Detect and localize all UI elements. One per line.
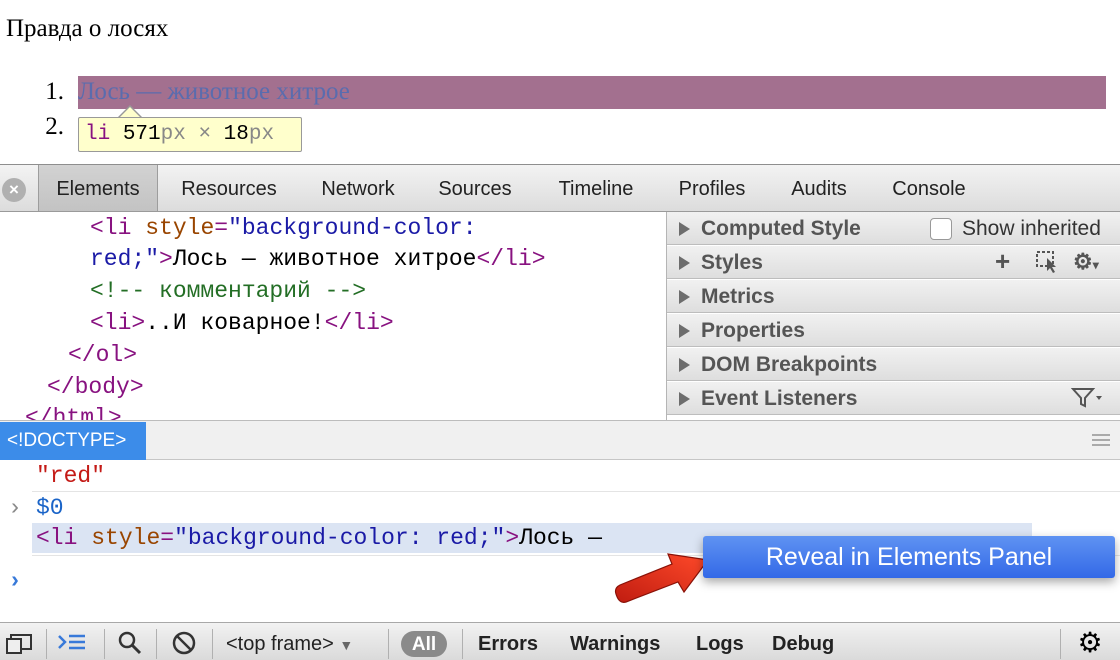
tab-timeline[interactable]: Timeline <box>540 165 652 211</box>
list-item-text: Лось — животное хитрое <box>78 78 350 105</box>
filter-warnings[interactable]: Warnings <box>570 623 660 660</box>
settings-gear-icon[interactable]: ⚙ <box>1074 627 1106 659</box>
tab-console[interactable]: Console <box>878 165 980 211</box>
tab-profiles[interactable]: Profiles <box>664 165 760 211</box>
chevron-down-icon: ▼ <box>339 637 354 653</box>
dom-node[interactable]: <li>..И коварное!</li> <box>90 308 394 339</box>
add-rule-icon[interactable]: + <box>995 246 1010 277</box>
console-prompt-icon: › <box>8 568 22 594</box>
context-menu-reveal-in-elements-panel[interactable]: Reveal in Elements Panel <box>703 536 1115 578</box>
disclosure-triangle-icon <box>679 392 690 406</box>
sidebar-section-dom-breakpoints[interactable]: DOM Breakpoints <box>667 348 1120 381</box>
filter-all[interactable]: All <box>401 631 447 657</box>
devtools-tab-bar: × Elements Resources Network Sources Tim… <box>0 164 1120 212</box>
dom-node[interactable]: red;">Лось — животное хитрое</li> <box>90 244 546 275</box>
red-arrow-icon <box>614 553 710 603</box>
disclosure-triangle-icon <box>679 222 690 236</box>
console-input-chevron-icon: › <box>8 495 22 521</box>
page-heading: Правда о лосях <box>6 15 169 42</box>
close-icon[interactable]: × <box>2 178 26 202</box>
disclosure-triangle-icon <box>679 256 690 270</box>
styles-sidebar: Computed Style Show inherited Styles + ⚙… <box>666 212 1120 420</box>
element-state-icon[interactable] <box>1035 249 1061 279</box>
dom-node[interactable]: </html> <box>25 403 122 420</box>
filter-errors[interactable]: Errors <box>478 623 538 660</box>
sidebar-section-properties[interactable]: Properties <box>667 314 1120 347</box>
dom-node[interactable]: </ol> <box>68 340 137 371</box>
list-number: 2. <box>45 113 64 140</box>
gear-icon[interactable]: ⚙▾ <box>1073 249 1099 275</box>
filter-logs[interactable]: Logs <box>696 623 744 660</box>
tooltip-height: 18 <box>223 123 249 146</box>
dom-tree[interactable]: <li style="background-color: red;">Лось … <box>0 212 666 420</box>
console-result: "red" <box>36 463 106 489</box>
list-number: 1. <box>45 78 64 105</box>
disclosure-triangle-icon <box>679 324 690 338</box>
search-icon[interactable] <box>114 627 146 659</box>
tooltip-tag: li <box>85 123 111 146</box>
dom-comment[interactable]: <!-- комментарий --> <box>90 276 366 307</box>
tab-elements[interactable]: Elements <box>38 165 158 211</box>
console-drawer-icon[interactable] <box>56 627 88 659</box>
show-inherited-checkbox[interactable] <box>930 218 952 240</box>
sidebar-section-computed-style[interactable]: Computed Style Show inherited <box>667 212 1120 245</box>
sidebar-section-metrics[interactable]: Metrics <box>667 280 1120 313</box>
filter-debug[interactable]: Debug <box>772 623 834 660</box>
tab-sources[interactable]: Sources <box>424 165 526 211</box>
show-inherited-label: Show inherited <box>962 217 1101 240</box>
dock-icon[interactable] <box>5 627 37 659</box>
dom-node[interactable]: <li style="background-color: <box>90 213 477 244</box>
disclosure-triangle-icon <box>679 290 690 304</box>
console-command: $0 <box>36 495 64 521</box>
devtools-status-bar: <top frame> ▼ All Errors Warnings Logs D… <box>0 622 1120 660</box>
tooltip-width: 571 <box>122 123 161 146</box>
filter-icon[interactable] <box>1070 387 1103 415</box>
frame-selector[interactable]: <top frame> ▼ <box>226 623 353 660</box>
element-size-tooltip: li 571px × 18px <box>78 117 302 152</box>
disclosure-triangle-icon <box>679 358 690 372</box>
drawer-handle-icon[interactable] <box>1092 434 1110 449</box>
dom-node[interactable]: </body> <box>47 372 144 403</box>
tab-network[interactable]: Network <box>304 165 412 211</box>
breadcrumb-doctype[interactable]: <!DOCTYPE> <box>0 422 146 460</box>
tab-audits[interactable]: Audits <box>776 165 862 211</box>
console-output-element[interactable]: <li style="background-color: red;">Лось … <box>36 523 602 554</box>
sidebar-section-event-listeners[interactable]: Event Listeners <box>667 382 1120 415</box>
sidebar-section-styles[interactable]: Styles + ⚙▾ <box>667 246 1120 279</box>
clear-console-icon[interactable] <box>168 627 200 659</box>
breadcrumb: <!DOCTYPE> <box>0 420 1120 460</box>
tab-resources[interactable]: Resources <box>168 165 290 211</box>
